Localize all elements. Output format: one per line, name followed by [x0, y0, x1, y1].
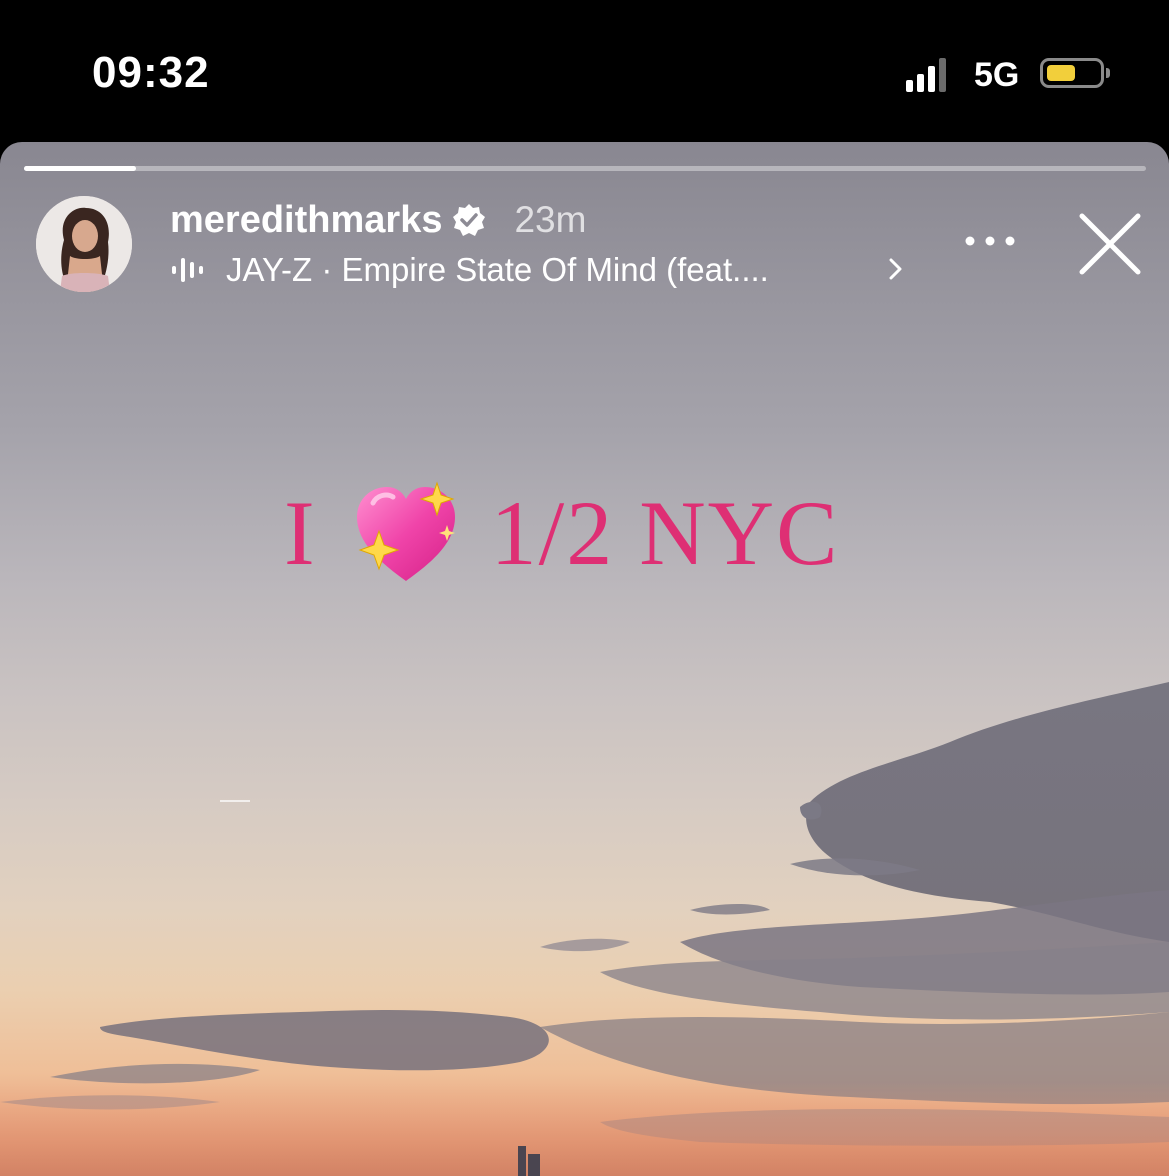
avatar[interactable]	[36, 196, 132, 292]
caption-right-text: 1/2 NYC	[490, 482, 840, 584]
profile-photo	[36, 196, 132, 292]
status-bar: 09:32 5G	[0, 0, 1169, 142]
story-progress-fill	[24, 166, 137, 171]
chevron-right-icon[interactable]	[884, 254, 908, 284]
battery-level	[1047, 65, 1075, 81]
cellular-signal-icon	[906, 56, 946, 92]
story-progress-bar	[24, 166, 1146, 171]
sky-background	[0, 682, 1169, 1176]
audio-bars-icon	[172, 258, 203, 282]
verified-badge-icon	[453, 204, 486, 236]
more-options-icon[interactable]	[960, 224, 1020, 258]
username[interactable]: meredithmarks	[170, 199, 442, 242]
music-attribution[interactable]: JAY-Z · Empire State Of Mind (feat....	[170, 248, 866, 292]
close-icon[interactable]	[1076, 212, 1144, 276]
story-timestamp: 23m	[514, 199, 587, 240]
battery-icon	[1040, 58, 1110, 88]
clock: 09:32	[92, 48, 210, 97]
sparkling-heart-icon	[356, 481, 455, 581]
story-viewer[interactable]: meredithmarks 23m JAY-Z · Empire State O…	[0, 142, 1169, 1176]
caption-left-text: I	[284, 482, 317, 584]
story-header: meredithmarks 23m	[170, 196, 586, 244]
network-type: 5G	[974, 56, 1020, 94]
song-title: JAY-Z · Empire State Of Mind (feat....	[226, 251, 769, 288]
story-caption: I 1/2 NYC	[284, 478, 904, 588]
